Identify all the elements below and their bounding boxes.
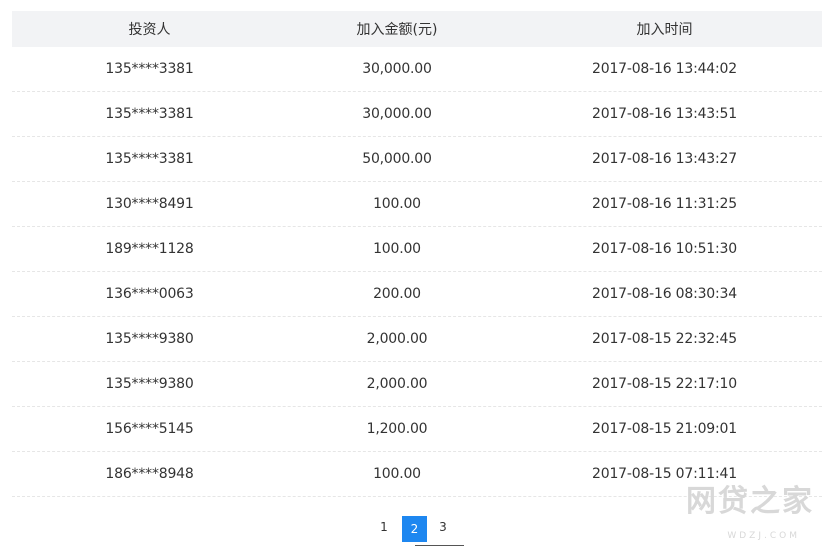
time-cell: 2017-08-16 11:31:25 bbox=[592, 196, 737, 212]
amount-cell: 100.00 bbox=[373, 196, 421, 212]
time-cell: 2017-08-16 08:30:34 bbox=[592, 286, 737, 302]
table-row: 135****9380 2,000.00 2017-08-15 22:17:10 bbox=[12, 362, 822, 407]
table-row: 135****3381 50,000.00 2017-08-16 13:43:2… bbox=[12, 137, 822, 182]
amount-cell: 30,000.00 bbox=[362, 106, 432, 122]
time-cell: 2017-08-15 22:17:10 bbox=[592, 376, 737, 392]
investor-cell: 135****3381 bbox=[105, 106, 194, 122]
watermark-subtext: WDZJ.COM bbox=[727, 531, 800, 541]
amount-cell: 30,000.00 bbox=[362, 61, 432, 77]
table-row: 130****8491 100.00 2017-08-16 11:31:25 bbox=[12, 182, 822, 227]
header-investor: 投资人 bbox=[128, 22, 171, 38]
table-row: 136****0063 200.00 2017-08-16 08:30:34 bbox=[12, 272, 822, 317]
table-header: 投资人 加入金额(元) 加入时间 bbox=[12, 11, 822, 47]
pagination-underline bbox=[415, 545, 464, 546]
watermark-logo: 网贷之家 bbox=[686, 484, 814, 519]
investor-cell: 136****0063 bbox=[105, 286, 194, 302]
time-cell: 2017-08-16 13:43:27 bbox=[592, 151, 737, 167]
investor-cell: 135****9380 bbox=[105, 331, 194, 347]
amount-cell: 100.00 bbox=[373, 466, 421, 482]
time-cell: 2017-08-16 10:51:30 bbox=[592, 241, 737, 257]
time-cell: 2017-08-15 07:11:41 bbox=[592, 466, 737, 482]
amount-cell: 200.00 bbox=[373, 286, 421, 302]
header-time: 加入时间 bbox=[636, 22, 693, 38]
investor-cell: 135****9380 bbox=[105, 376, 194, 392]
amount-cell: 100.00 bbox=[373, 241, 421, 257]
time-cell: 2017-08-16 13:43:51 bbox=[592, 106, 737, 122]
amount-cell: 2,000.00 bbox=[366, 376, 428, 392]
investor-cell: 186****8948 bbox=[105, 466, 194, 482]
header-amount: 加入金额(元) bbox=[356, 22, 438, 38]
page-1-link[interactable]: 1 bbox=[376, 516, 392, 542]
amount-cell: 2,000.00 bbox=[366, 331, 428, 347]
investor-cell: 135****3381 bbox=[105, 151, 194, 167]
time-cell: 2017-08-16 13:44:02 bbox=[592, 61, 737, 77]
table-row: 135****9380 2,000.00 2017-08-15 22:32:45 bbox=[12, 317, 822, 362]
table-row: 135****3381 30,000.00 2017-08-16 13:44:0… bbox=[12, 47, 822, 92]
page-3-link[interactable]: 3 bbox=[435, 516, 451, 542]
time-cell: 2017-08-15 21:09:01 bbox=[592, 421, 737, 437]
page-2-link-active[interactable]: 2 bbox=[402, 516, 427, 542]
investment-records-table: 投资人 加入金额(元) 加入时间 135****3381 30,000.00 2… bbox=[12, 11, 822, 497]
investor-cell: 135****3381 bbox=[105, 61, 194, 77]
table-row: 135****3381 30,000.00 2017-08-16 13:43:5… bbox=[12, 92, 822, 137]
amount-cell: 50,000.00 bbox=[362, 151, 432, 167]
investor-cell: 130****8491 bbox=[105, 196, 194, 212]
table-row: 189****1128 100.00 2017-08-16 10:51:30 bbox=[12, 227, 822, 272]
investor-cell: 156****5145 bbox=[105, 421, 194, 437]
investor-cell: 189****1128 bbox=[105, 241, 194, 257]
table-row: 156****5145 1,200.00 2017-08-15 21:09:01 bbox=[12, 407, 822, 452]
time-cell: 2017-08-15 22:32:45 bbox=[592, 331, 737, 347]
amount-cell: 1,200.00 bbox=[366, 421, 428, 437]
